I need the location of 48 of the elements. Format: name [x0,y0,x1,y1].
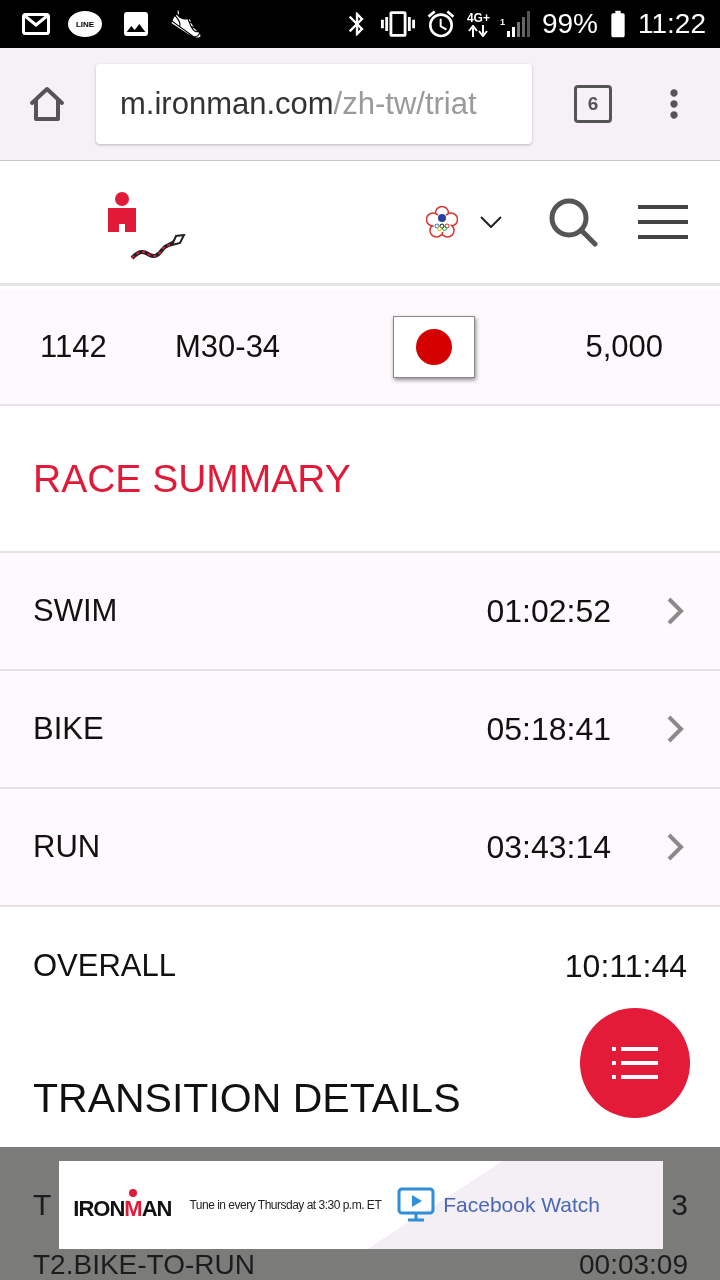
menu-icon[interactable] [638,205,688,239]
shoe-icon [170,8,202,40]
tab-count-button[interactable]: 6 [574,85,612,123]
sim-slot-label: 1 [499,17,505,27]
network-type-label: 4G+ [466,11,490,24]
rank-cell-text: 1142 [40,328,108,365]
chevron-right-icon[interactable] [665,596,685,626]
transition-time: 00:03:09 [579,1250,688,1280]
transition-label: T2.BIKE-TO-RUN [33,1250,255,1280]
chevron-right-icon[interactable] [665,714,685,744]
monitor-play-icon [397,1187,436,1223]
url-field[interactable]: m.ironman.com/zh-tw/triat [96,64,532,144]
snake-icon [130,234,186,260]
split-label: BIKE [33,711,104,747]
list-icon [612,1047,658,1079]
flag-icon [393,315,475,378]
clock-time: 11:22 [638,10,706,38]
home-icon[interactable] [28,86,66,122]
division-cell-text: M30-34 [175,328,282,365]
ad-tagline: Tune in every Thursday at 3:30 p.m. ET [189,1198,382,1212]
split-row[interactable]: RUN 03:43:14 [0,789,720,907]
search-icon[interactable] [548,197,598,247]
ad-cta-text: Facebook Watch [443,1193,600,1217]
split-label: OVERALL [33,948,176,984]
ironman-logo: IRONMAN [73,1188,172,1222]
signal-icon [505,11,532,37]
transition-label: T [33,1190,52,1220]
caret-icon[interactable] [480,216,502,228]
figure-logo-icon[interactable] [108,192,136,232]
data-arrows-icon [467,24,490,37]
split-row[interactable]: SWIM 01:02:52 [0,553,720,671]
split-time: 03:43:14 [486,828,611,866]
battery-percent: 99% [541,10,598,38]
split-time: 10:11:44 [564,947,687,985]
split-label: SWIM [33,593,118,629]
chevron-right-icon[interactable] [665,832,685,862]
blossom-flag-icon[interactable] [426,206,458,238]
section-title: TRANSITION DETAILS [33,1075,461,1121]
transition-time: 3 [671,1190,688,1220]
points-cell: 5,000 [585,328,663,365]
mail-icon [22,13,50,35]
split-time: 05:18:41 [486,710,611,748]
ad-banner[interactable]: IRONMAN Tune in every Thursday at 3:30 p.m. ET Facebook Watch [59,1161,664,1249]
chat-app-badge: LINE [68,11,102,37]
section-title: RACE SUMMARY [33,456,351,501]
split-time: 01:02:52 [486,592,611,630]
split-row[interactable]: BIKE 05:18:41 [0,671,720,789]
split-label: RUN [33,829,101,865]
